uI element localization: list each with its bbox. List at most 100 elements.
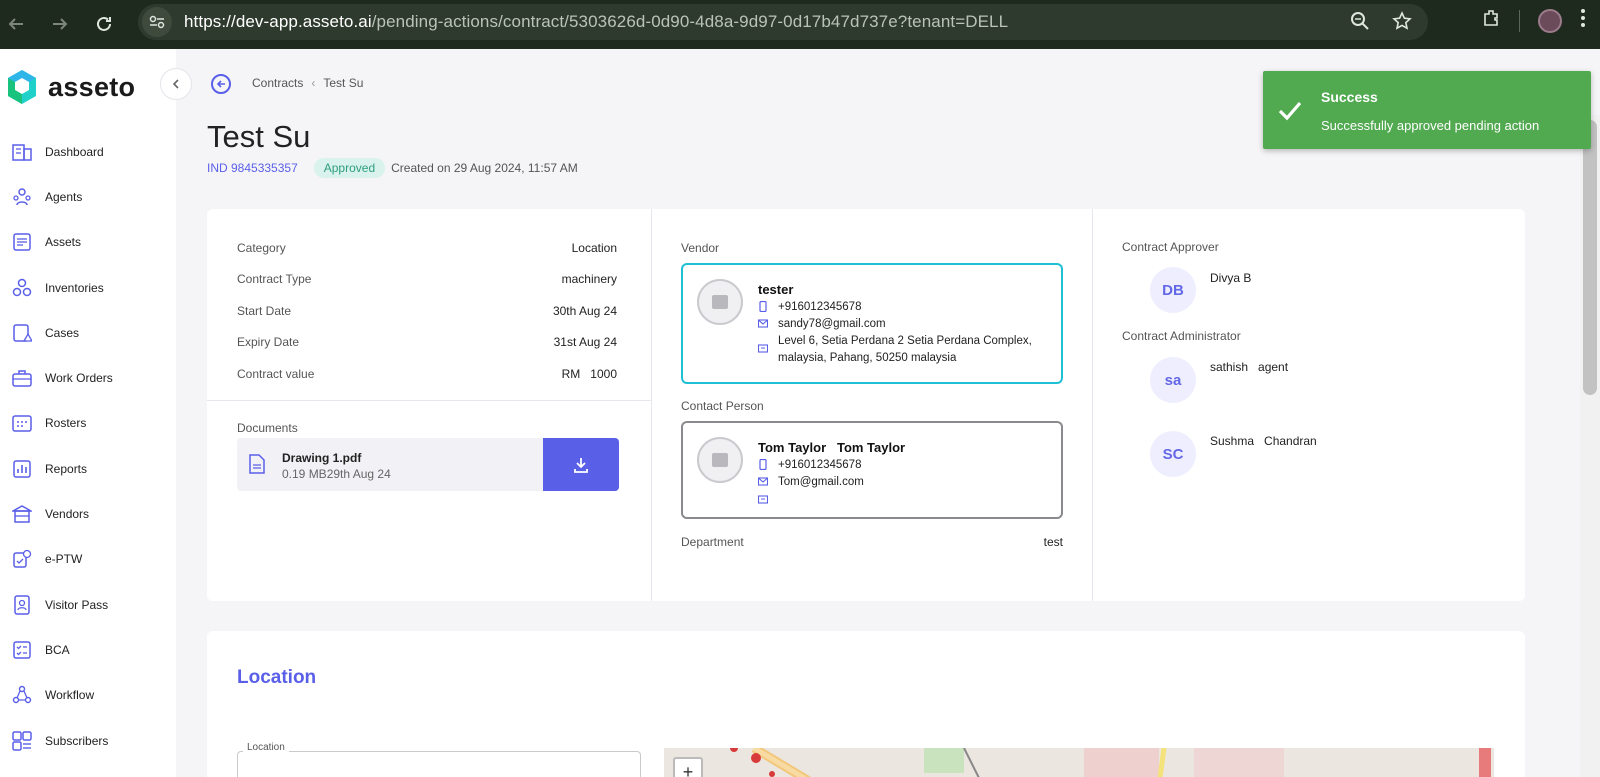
column-divider [651,209,652,601]
location-field-label: Location [243,742,289,753]
sidebar-item-assets[interactable]: Assets [0,220,176,265]
contact-name: Tom Taylor Tom Taylor [758,440,906,455]
bookmark-star-icon[interactable] [1392,11,1412,36]
sidebar-item-workflow[interactable]: Workflow [0,673,176,718]
document-name: Drawing 1.pdf [282,451,362,465]
reports-icon [13,459,31,478]
app-logo[interactable]: asseto [6,69,135,105]
zoom-icon[interactable] [1350,11,1370,36]
check-icon [1278,101,1302,121]
reload-icon[interactable] [88,8,120,40]
contract-details-card: Category Location Contract Type machiner… [207,209,1525,601]
extensions-icon[interactable] [1481,8,1501,33]
section-divider [207,400,651,401]
administrator-label: Contract Administrator [1122,329,1241,343]
vendor-label: Vendor [681,241,720,255]
breadcrumb-contracts[interactable]: Contracts [252,76,303,90]
building-icon [758,344,768,353]
page-scrollbar-thumb[interactable] [1583,120,1597,395]
url-text: https://dev-app.asseto.ai/pending-action… [184,12,1009,31]
browser-toolbar: https://dev-app.asseto.ai/pending-action… [0,0,1600,49]
vendors-icon [12,505,32,523]
map-tiles [664,748,1494,777]
department-row: Department test [681,535,1063,549]
workflow-icon [12,686,32,704]
back-button[interactable] [211,74,231,94]
map-zoom-in-button[interactable]: + [673,757,703,777]
location-input[interactable] [237,751,641,777]
vendor-email: sandy78@gmail.com [758,316,886,333]
category-row: Category Location [237,241,617,255]
phone-icon [759,459,767,470]
contact-address [758,491,778,504]
back-circle-arrow-icon [216,80,225,88]
assets-icon [13,233,31,251]
contract-id: IND 9845335357 [207,161,298,175]
sidebar-item-bca[interactable]: BCA [0,627,176,672]
sidebar-item-eptw[interactable]: e-PTW [0,537,176,582]
toolbar-divider [1519,9,1520,32]
column-divider [1092,209,1093,601]
image-placeholder-icon [712,453,728,467]
rosters-icon [12,415,32,433]
toast-message: Successfully approved pending action [1321,118,1540,133]
vendor-name: tester [758,282,794,297]
site-settings-icon[interactable] [142,7,172,37]
file-icon [249,454,265,474]
sidebar-nav: Dashboard Agents Assets Inventories Case… [0,129,176,763]
sidebar-item-agents[interactable]: Agents [0,174,176,219]
collapse-sidebar-button[interactable] [160,68,192,100]
administrator-name: Sushma Chandran [1210,434,1317,448]
download-button[interactable] [543,438,619,491]
contact-person-card[interactable]: Tom Taylor Tom Taylor +916012345678 Tom@… [681,421,1063,519]
location-card: Location Location + [207,631,1525,777]
sidebar-item-work-orders[interactable]: Work Orders [0,355,176,400]
sidebar-item-reports[interactable]: Reports [0,446,176,491]
location-map[interactable] [664,748,1494,777]
eptw-icon [13,550,32,569]
logo-text: asseto [48,71,136,102]
contract-value-row: Contract value RM 1000 [237,367,617,381]
download-icon [574,457,588,473]
forward-arrow-icon[interactable] [44,8,76,40]
mail-icon [758,319,768,328]
sidebar-item-dashboard[interactable]: Dashboard [0,129,176,174]
logo-hexagon-icon [8,70,36,104]
vendor-avatar [697,279,743,325]
mail-icon [758,477,768,486]
main-content: Contracts ‹ Test Su Test Su IND 98453353… [176,49,1600,777]
sidebar-item-rosters[interactable]: Rosters [0,401,176,446]
document-item[interactable]: Drawing 1.pdf 0.19 MB29th Aug 24 [237,438,619,491]
visitor-pass-icon [14,594,30,615]
bca-icon [13,641,31,659]
sidebar-item-vendors[interactable]: Vendors [0,491,176,536]
vendor-phone: +916012345678 [758,299,861,316]
sidebar-item-inventories[interactable]: Inventories [0,265,176,310]
approver-avatar: DB [1150,267,1196,313]
success-toast[interactable]: Success Successfully approved pending ac… [1263,71,1591,149]
sidebar-item-cases[interactable]: Cases [0,310,176,355]
sidebar-item-subscribers[interactable]: Subscribers [0,718,176,763]
expiry-date-row: Expiry Date 31st Aug 24 [237,335,617,349]
documents-label: Documents [237,421,298,435]
contact-phone: +916012345678 [758,457,861,474]
breadcrumb-current: Test Su [323,76,364,90]
administrator-name: sathish agent [1210,360,1289,374]
vendor-card[interactable]: tester +916012345678 sandy78@gmail.com L… [681,263,1063,384]
phone-icon [759,301,767,312]
approver-label: Contract Approver [1122,240,1219,254]
contact-person-label: Contact Person [681,399,764,413]
agents-icon [13,188,31,206]
dashboard-icon [12,143,32,161]
back-arrow-icon[interactable] [0,8,32,40]
sidebar-item-visitor-pass[interactable]: Visitor Pass [0,582,176,627]
profile-avatar[interactable] [1538,8,1562,33]
address-bar[interactable]: https://dev-app.asseto.ai/pending-action… [138,4,1428,40]
cases-icon [13,324,32,342]
vendor-address: Level 6, Setia Perdana 2 Setia Perdana C… [758,333,1048,367]
status-badge: Approved [313,158,386,178]
more-menu-icon[interactable] [1580,8,1586,33]
administrator-avatar: sa [1150,357,1196,403]
chevron-left-icon [172,79,179,89]
contact-avatar [697,437,743,483]
